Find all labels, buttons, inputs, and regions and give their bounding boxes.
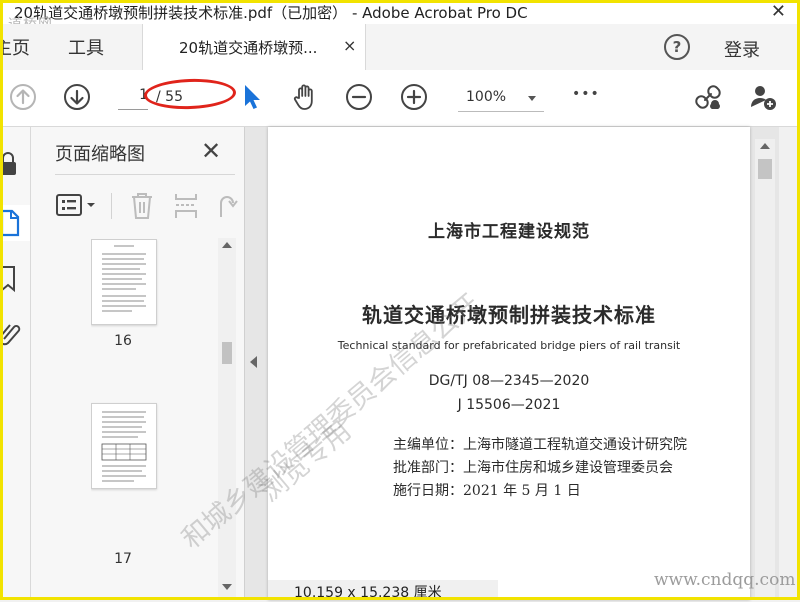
chevron-down-icon: [528, 96, 536, 101]
approving-department: 批准部门：上海市住房和城乡建设管理委员会: [393, 460, 673, 476]
window-close-icon[interactable]: ✕: [771, 1, 786, 22]
help-icon[interactable]: ?: [664, 34, 690, 60]
thumbnail-scroll-thumb[interactable]: [222, 342, 232, 364]
tab-tools[interactable]: 工具: [68, 34, 104, 60]
thumbnail-options-icon[interactable]: [55, 191, 99, 219]
bookmark-icon[interactable]: [0, 265, 22, 293]
share-link-icon[interactable]: [693, 82, 723, 112]
zoom-dropdown[interactable]: 100%: [458, 85, 544, 112]
attachment-icon[interactable]: [0, 319, 22, 347]
toolbar-divider: [111, 193, 112, 219]
thumbnail-scrollbar[interactable]: [218, 238, 236, 600]
editor-unit: 主编单位：上海市隧道工程轨道交通设计研究院: [393, 437, 687, 453]
title-bar: 20轨道交通桥墩预制拼装技术标准.pdf（已加密） - Adobe Acroba…: [0, 0, 800, 33]
insert-page-icon[interactable]: [173, 191, 199, 221]
page-thumbnails-icon[interactable]: [0, 209, 24, 237]
document-scroll-thumb[interactable]: [758, 159, 772, 179]
thumbnail-page-preview: [101, 411, 147, 482]
annotation-highlight-oval: [143, 77, 237, 111]
scroll-up-icon[interactable]: [222, 242, 232, 248]
tab-document[interactable]: 20轨道交通桥墩预... ×: [142, 24, 366, 70]
collapse-left-panel-icon[interactable]: [250, 356, 257, 368]
thumbnail-page-number: 16: [114, 333, 132, 349]
thumbnail-toolbar: [55, 189, 245, 221]
tab-close-icon[interactable]: ×: [343, 36, 356, 55]
document-subtitle-english: Technical standard for prefabricated bri…: [337, 339, 681, 352]
document-page: 上海市工程建设规范 轨道交通桥墩预制拼装技术标准 Technical stand…: [268, 127, 750, 600]
zoom-in-icon[interactable]: [399, 82, 429, 112]
page-size-bar: 10.159 x 15.238 厘米: [268, 580, 498, 601]
login-button[interactable]: 登录: [724, 36, 760, 62]
current-page-input[interactable]: 1: [118, 87, 148, 110]
zoom-out-icon[interactable]: [344, 82, 374, 112]
thumbnail-page-17[interactable]: [91, 403, 157, 489]
panel-title: 页面缩略图: [55, 144, 145, 165]
scroll-up-icon[interactable]: [760, 143, 770, 149]
page-size-label: 10.159 x 15.238 厘米: [294, 585, 442, 601]
lock-icon[interactable]: [0, 151, 22, 177]
more-tools-icon[interactable]: •••: [572, 86, 600, 102]
navigation-rail: [0, 127, 31, 600]
panel-close-icon[interactable]: ✕: [201, 137, 221, 165]
select-cursor-icon[interactable]: [236, 82, 266, 112]
panel-divider: [55, 174, 235, 175]
previous-page-icon[interactable]: [8, 82, 38, 112]
tab-document-label: 20轨道交通桥墩预...: [179, 39, 318, 57]
rotate-page-icon[interactable]: [213, 191, 239, 221]
document-title: 轨道交通桥墩预制拼装技术标准: [362, 303, 656, 327]
thumbnail-page-16[interactable]: [91, 239, 157, 325]
window-title: 20轨道交通桥墩预制拼装技术标准.pdf（已加密） - Adobe Acroba…: [14, 4, 528, 22]
zoom-value: 100%: [466, 89, 507, 105]
tab-bar: 主页 工具 20轨道交通桥墩预... × ? 登录: [0, 24, 800, 71]
main-toolbar: 1 / 55 100% •••: [0, 70, 800, 127]
next-page-icon[interactable]: [62, 82, 92, 112]
site-watermark: www.cndqq.com: [654, 570, 796, 590]
thumbnail-page-number: 17: [114, 551, 132, 567]
thumbnail-page-preview: [102, 245, 146, 312]
scroll-down-icon[interactable]: [222, 584, 232, 590]
standard-series-header: 上海市工程建设规范: [428, 222, 590, 242]
tab-home[interactable]: 主页: [0, 34, 30, 60]
effective-date: 施行日期：2021 年 5 月 1 日: [393, 483, 581, 499]
document-scrollbar[interactable]: [755, 139, 775, 600]
add-user-icon[interactable]: [748, 82, 778, 112]
delete-page-icon[interactable]: [129, 191, 155, 221]
hand-tool-icon[interactable]: [290, 82, 320, 112]
